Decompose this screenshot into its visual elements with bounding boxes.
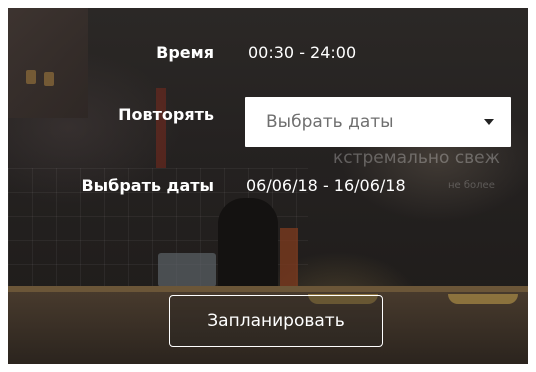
- schedule-button-label: Запланировать: [207, 311, 345, 331]
- background-sign-small: не более: [448, 180, 495, 191]
- background-sign: кстремально свеж: [333, 148, 500, 168]
- dates-value: 06/06/18 - 16/06/18: [246, 176, 406, 195]
- repeat-select-value: Выбрать даты: [266, 112, 394, 132]
- background-menu-board: [8, 8, 88, 118]
- dates-label: Выбрать даты: [81, 176, 214, 195]
- background-cup: [44, 72, 54, 86]
- background-register: [158, 253, 216, 287]
- background-cup: [26, 70, 36, 84]
- background-lamp: [448, 294, 518, 304]
- repeat-select[interactable]: Выбрать даты: [245, 97, 511, 147]
- time-label: Время: [156, 43, 214, 62]
- background-counter-edge: [8, 286, 528, 292]
- chevron-down-icon: [484, 119, 494, 125]
- background-person: [218, 198, 278, 298]
- schedule-panel: кстремально свеж не более Время 00:30 - …: [8, 8, 528, 364]
- repeat-label: Повторять: [118, 105, 214, 124]
- schedule-button[interactable]: Запланировать: [169, 295, 383, 347]
- time-value: 00:30 - 24:00: [248, 43, 357, 62]
- background-wall-accent: [156, 88, 166, 168]
